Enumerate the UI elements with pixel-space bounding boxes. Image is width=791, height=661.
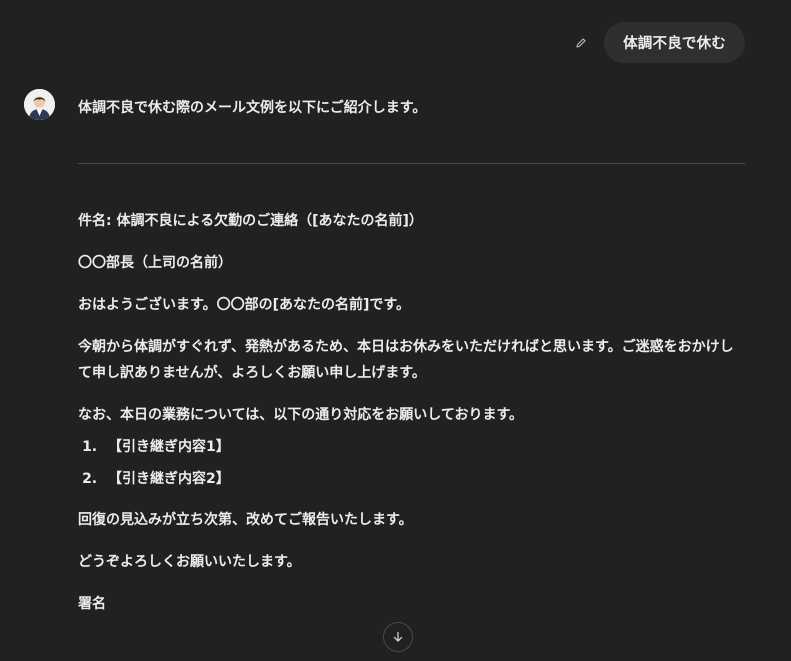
subject-label: 件名: — [78, 213, 112, 229]
list-item: 【引き継ぎ内容2】 — [102, 466, 745, 492]
email-recovery: 回復の見込みが立ち次第、改めてご報告いたします。 — [78, 512, 413, 528]
email-subject-line: 件名: 体調不良による欠勤のご連絡（[あなたの名前]） — [78, 208, 745, 234]
assistant-avatar — [24, 89, 55, 120]
email-closing: どうぞよろしくお願いいたします。 — [78, 554, 301, 570]
email-body: 今朝から体調がすぐれず、発熱があるため、本日はお休みをいただければと思います。ご… — [78, 339, 734, 381]
scroll-to-bottom-button[interactable] — [383, 622, 413, 652]
assistant-message: 体調不良で休む際のメール文例を以下にご紹介します。 — [78, 95, 745, 121]
list-item: 【引き継ぎ内容1】 — [102, 434, 745, 460]
user-message-row: 体調不良で休む — [572, 22, 745, 63]
pencil-icon[interactable] — [572, 34, 590, 52]
user-message-bubble: 体調不良で休む — [604, 22, 745, 63]
email-greeting: おはようございます。〇〇部の[あなたの名前]です。 — [78, 297, 410, 313]
email-recipient: 〇〇部長（上司の名前） — [78, 255, 232, 271]
email-template: 件名: 体調不良による欠勤のご連絡（[あなたの名前]） 〇〇部長（上司の名前） … — [78, 208, 745, 633]
email-tasks-intro: なお、本日の業務については、以下の通り対応をお願いしております。 — [78, 407, 524, 423]
divider — [78, 163, 745, 164]
arrow-down-icon — [392, 628, 404, 647]
assistant-intro: 体調不良で休む際のメール文例を以下にご紹介します。 — [78, 100, 427, 116]
task-list: 【引き継ぎ内容1】 【引き継ぎ内容2】 — [78, 434, 745, 492]
chat-page: 体調不良で休む 体調不良で休む際のメール文例を以下にご紹介します。 件名: 体調… — [0, 0, 791, 661]
email-signature: 署名 — [78, 596, 106, 612]
subject-text: 体調不良による欠勤のご連絡（[あなたの名前]） — [116, 213, 423, 229]
